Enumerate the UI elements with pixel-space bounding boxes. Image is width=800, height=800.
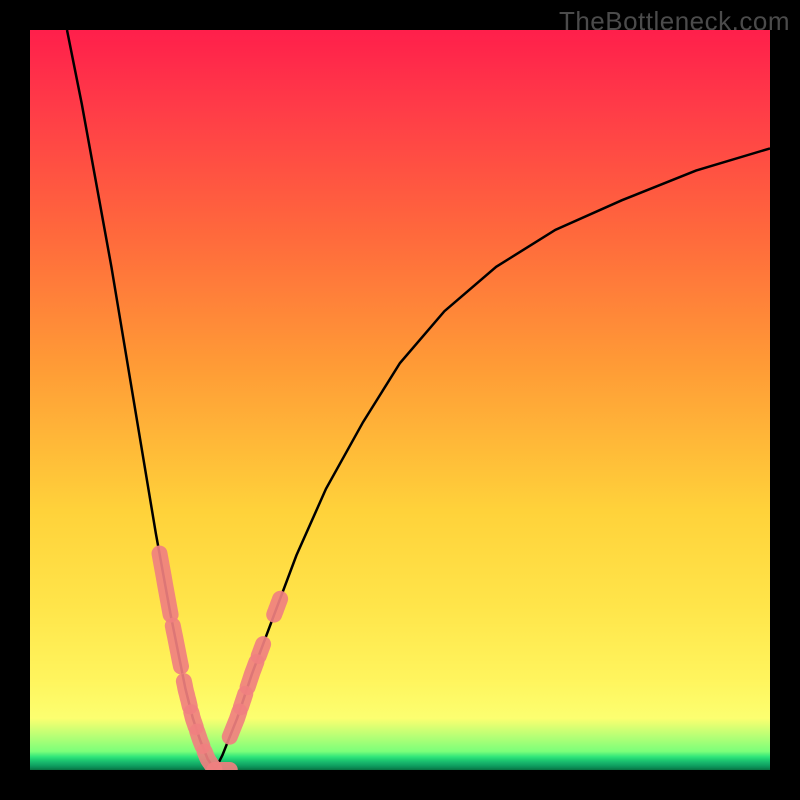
curve-right-branch xyxy=(215,148,770,770)
plot-area xyxy=(30,30,770,770)
highlight-segments xyxy=(160,554,281,771)
curve-svg xyxy=(30,30,770,770)
chart-frame: TheBottleneck.com xyxy=(0,0,800,800)
highlight-segment xyxy=(197,732,202,747)
highlight-segment xyxy=(173,626,181,667)
highlight-segment xyxy=(274,599,280,615)
curve-left-branch xyxy=(67,30,215,770)
highlight-segment xyxy=(241,694,245,707)
highlight-segment xyxy=(248,662,257,687)
highlight-segment xyxy=(184,681,190,706)
highlight-segment xyxy=(160,554,171,615)
highlight-segment xyxy=(230,712,240,737)
highlight-segment xyxy=(259,644,263,656)
